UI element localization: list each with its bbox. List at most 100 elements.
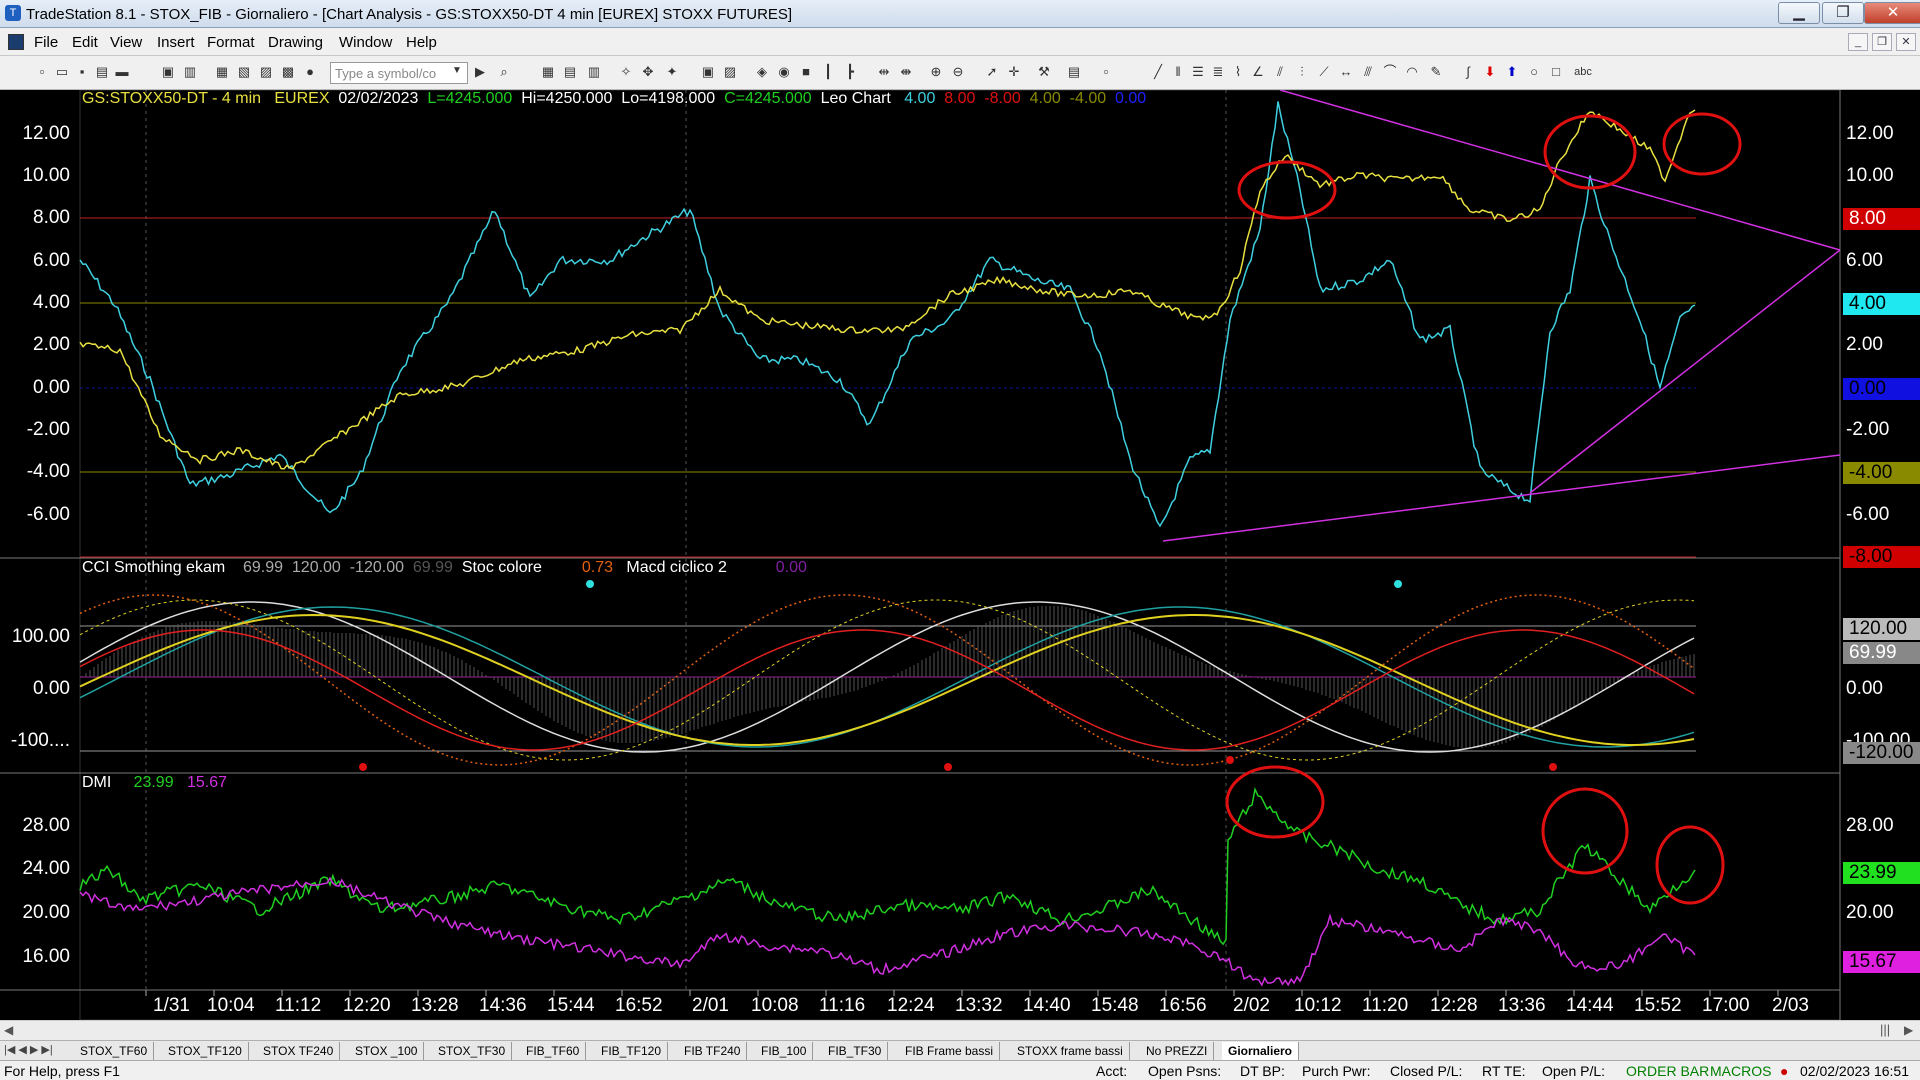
tab-fib-tf120[interactable]: FIB_TF120	[595, 1042, 669, 1060]
ellipse-tool-icon[interactable]: ◠	[1404, 64, 1420, 80]
curve-icon[interactable]: ∫	[1460, 64, 1476, 80]
layout-icon[interactable]: ▩	[280, 64, 296, 80]
cci-title: CCI Smothing ekam	[82, 559, 226, 576]
restore-button[interactable]: ❐	[1822, 2, 1864, 24]
angle-icon[interactable]: ∠	[1250, 64, 1266, 80]
menu-drawing[interactable]: Drawing	[268, 34, 323, 51]
trendline-icon[interactable]: ╱	[1150, 64, 1166, 80]
channel-icon[interactable]: ⫽	[1272, 64, 1288, 80]
circle-icon[interactable]: ○	[1526, 64, 1542, 80]
scroll-bars-icon[interactable]: |||	[1880, 1022, 1890, 1037]
chart-window-icon[interactable]	[8, 34, 24, 50]
open-icon[interactable]: ▭	[54, 64, 70, 80]
menu-file[interactable]: File	[34, 34, 58, 51]
speed-lines-icon[interactable]: ⟋	[1316, 64, 1332, 80]
go-arrow-icon[interactable]: ▶	[472, 64, 488, 80]
close-button[interactable]: ✕	[1864, 2, 1920, 24]
macros-label[interactable]: MACROS	[1710, 1063, 1771, 1079]
pointer-icon[interactable]: ➚	[984, 64, 1000, 80]
parallel-icon[interactable]: ⫻	[1360, 64, 1376, 80]
chart-tool-8-icon[interactable]: ▨	[722, 64, 738, 80]
menu-help[interactable]: Help	[406, 34, 437, 51]
arrow-horizontal-icon[interactable]: ↔	[1338, 64, 1354, 80]
chart-tool-2-icon[interactable]: ▤	[562, 64, 578, 80]
order-bar-label[interactable]: ORDER BAR	[1626, 1063, 1709, 1079]
tab-stoxx-frame-bassi[interactable]: STOXX frame bassi	[1011, 1042, 1130, 1060]
bar-spacing-right-icon[interactable]: ⇼	[898, 64, 914, 80]
chart-tool-6-icon[interactable]: ✦	[664, 64, 680, 80]
tab-fib-100[interactable]: FIB_100	[755, 1042, 814, 1060]
hammer-icon[interactable]: ⚒	[1036, 64, 1052, 80]
tab-fib-tf240[interactable]: FIB TF240	[678, 1042, 748, 1060]
chart-canvas[interactable]	[0, 90, 1920, 1020]
lock-icon[interactable]: ▨	[258, 64, 274, 80]
zoom-in-icon[interactable]: ⊕	[928, 64, 944, 80]
chevron-down-icon[interactable]: ▼	[452, 65, 462, 76]
mdi-close-button[interactable]: ✕	[1896, 33, 1916, 51]
mdi-minimize-button[interactable]: _	[1848, 33, 1868, 51]
globe-icon[interactable]: ●	[302, 64, 318, 80]
tab-stox-tf120[interactable]: STOX_TF120	[162, 1042, 249, 1060]
symbol-input[interactable]: Type a symbol/co	[330, 62, 468, 84]
window-icon[interactable]: ▦	[214, 64, 230, 80]
chart-tool-7-icon[interactable]: ▣	[700, 64, 716, 80]
scroll-left-icon[interactable]: ◀	[4, 1023, 13, 1037]
chart-tool-5-icon[interactable]: ✥	[640, 64, 656, 80]
folder-icon[interactable]: ▬	[114, 64, 130, 80]
print-preview-icon[interactable]: ▣	[160, 64, 176, 80]
menu-insert[interactable]: Insert	[157, 34, 195, 51]
tab-stox-tf30[interactable]: STOX_TF30	[432, 1042, 513, 1060]
chart-area[interactable]: GS:STOXX50-DT - 4 min EUREX 02/02/2023 L…	[0, 90, 1920, 1020]
menu-window[interactable]: Window	[339, 34, 392, 51]
disabled-tool-icon[interactable]: ▫	[1098, 64, 1114, 80]
chart-tool-9-icon[interactable]: ◈	[754, 64, 770, 80]
chart-tool-1-icon[interactable]: ▦	[540, 64, 556, 80]
save-icon[interactable]: ▪	[74, 64, 90, 80]
chart-tool-10-icon[interactable]: ◉	[776, 64, 792, 80]
text-tool-icon[interactable]: abc	[1572, 64, 1594, 80]
save-all-icon[interactable]: ▤	[94, 64, 110, 80]
tab-fib-tf60[interactable]: FIB_TF60	[520, 1042, 587, 1060]
fib-icon[interactable]: ≣	[1210, 64, 1226, 80]
chart-tool-4-icon[interactable]: ✧	[618, 64, 634, 80]
rt-te-label: RT TE:	[1482, 1063, 1526, 1079]
scroll-right-icon[interactable]: ▶	[1904, 1023, 1913, 1037]
tab-no-prezzi[interactable]: No PREZZI	[1140, 1042, 1215, 1060]
arrow-up-icon[interactable]: ⬆	[1504, 64, 1520, 80]
new-icon[interactable]: ▫	[34, 64, 50, 80]
chart-tool-3-icon[interactable]: ▥	[586, 64, 602, 80]
price-axis-left-tick: 10.00	[22, 165, 70, 186]
mdi-restore-button[interactable]: ❐	[1872, 33, 1892, 51]
chart-tool-13-icon[interactable]: ┣	[842, 64, 858, 80]
minimize-button[interactable]: ▁	[1778, 2, 1820, 24]
chart-tool-11-icon[interactable]: ■	[798, 64, 814, 80]
andrews-icon[interactable]: ⫶	[1294, 64, 1310, 80]
print-icon[interactable]: ▥	[182, 64, 198, 80]
menu-edit[interactable]: Edit	[72, 34, 98, 51]
pencil-icon[interactable]: ✎	[1428, 64, 1444, 80]
tab-stox-tf60[interactable]: STOX_TF60	[74, 1042, 155, 1060]
window-2-icon[interactable]: ▧	[236, 64, 252, 80]
plot-frame	[79, 90, 1841, 1020]
tab-stox-tf240[interactable]: STOX TF240	[257, 1042, 341, 1060]
menu-format[interactable]: Format	[207, 34, 255, 51]
bar-spacing-left-icon[interactable]: ⇹	[876, 64, 892, 80]
tab-nav-icon[interactable]: |◀ ◀ ▶ ▶|	[4, 1043, 53, 1056]
tab-fib-tf30[interactable]: FIB_TF30	[822, 1042, 889, 1060]
arrow-down-icon[interactable]: ⬇	[1482, 64, 1498, 80]
vertical-lines-icon[interactable]: ‖	[1170, 64, 1186, 80]
horizontal-scrollbar[interactable]: ◀ ||| ▶	[0, 1020, 1920, 1040]
strategy-icon[interactable]: ▤	[1066, 64, 1082, 80]
tab-fib-frame-bassi[interactable]: FIB Frame bassi	[899, 1042, 1001, 1060]
arc-icon[interactable]: ⌒	[1382, 64, 1398, 80]
crosshair-icon[interactable]: ✛	[1006, 64, 1022, 80]
menu-view[interactable]: View	[110, 34, 142, 51]
chart-tool-12-icon[interactable]: ┃	[820, 64, 836, 80]
tab-giornaliero[interactable]: Giornaliero	[1222, 1042, 1300, 1060]
rectangle-icon[interactable]: □	[1548, 64, 1564, 80]
gann-icon[interactable]: ⌇	[1230, 64, 1246, 80]
horizontal-lines-icon[interactable]: ☰	[1190, 64, 1206, 80]
symbol-lookup-icon[interactable]: ⌕	[496, 64, 512, 80]
tab-stox-100[interactable]: STOX _100	[349, 1042, 425, 1060]
zoom-out-icon[interactable]: ⊖	[950, 64, 966, 80]
